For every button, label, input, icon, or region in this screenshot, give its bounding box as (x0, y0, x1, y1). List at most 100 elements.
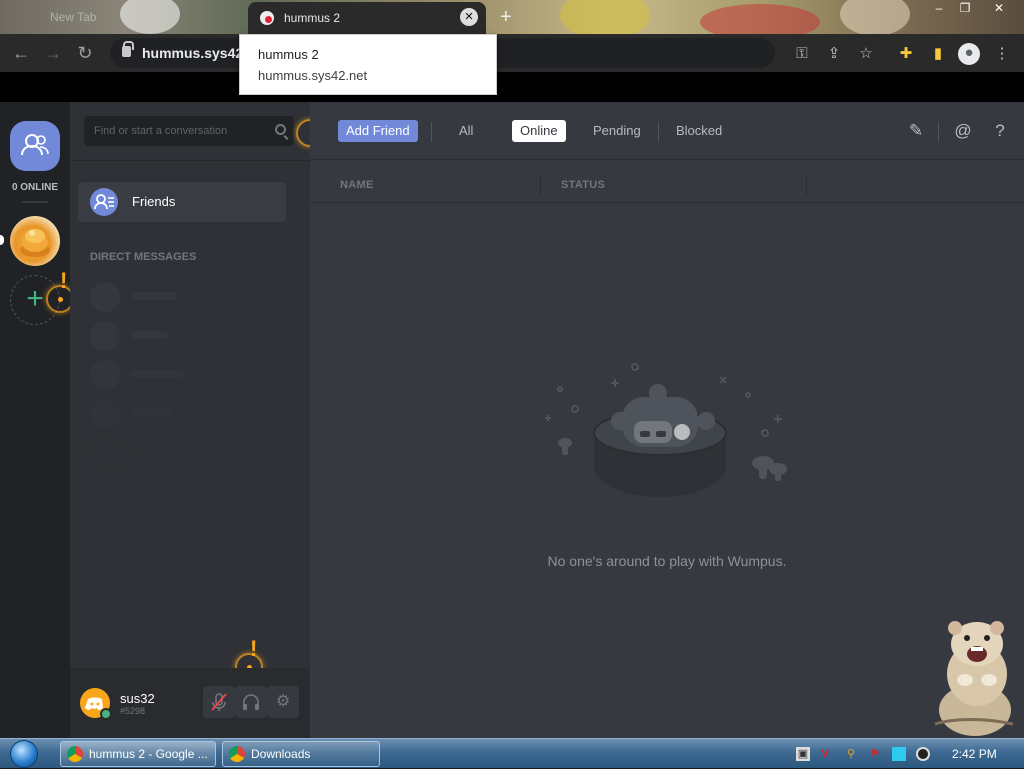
hamster-sticker-image (934, 621, 1014, 736)
dm-placeholder-row (90, 360, 260, 390)
dm-placeholder-row (90, 399, 260, 429)
profile-icon[interactable]: ● (958, 43, 980, 65)
tab-active-title: hummus 2 (284, 11, 341, 25)
online-status-indicator (100, 708, 112, 720)
maximize-button[interactable]: ❐ (952, 0, 978, 18)
tray-search-icon[interactable]: ⚲ (844, 747, 858, 761)
page-top-band (0, 72, 1024, 102)
tab-active[interactable]: hummus 2 × (248, 2, 486, 34)
wallpaper-splat (560, 0, 650, 34)
tray-antivirus-icon[interactable]: V (818, 747, 832, 761)
search-input[interactable]: Find or start a conversation (84, 116, 294, 146)
tab-pending[interactable]: Pending (585, 120, 649, 142)
wallpaper-splat (840, 0, 910, 34)
hummus-server-icon (20, 229, 50, 257)
headset-icon (243, 694, 259, 710)
mention-icon[interactable]: @ (952, 120, 974, 142)
column-header-status[interactable]: STATUS (561, 179, 605, 191)
minimize-button[interactable]: – (926, 0, 952, 18)
direct-messages-header: DIRECT MESSAGES (90, 251, 197, 263)
dm-placeholder-row (90, 321, 260, 351)
online-count: 0 ONLINE (11, 182, 59, 193)
windows-logo-icon (10, 740, 38, 768)
friends-icon (90, 188, 118, 216)
guild-separator (22, 201, 48, 203)
tab-online[interactable]: Online (512, 120, 566, 142)
friends-home-icon (21, 134, 49, 156)
deafen-button[interactable] (235, 686, 267, 718)
column-header-divider (310, 202, 1024, 203)
tab-all[interactable]: All (451, 120, 481, 142)
tray-display-icon[interactable] (892, 747, 906, 761)
add-friend-button[interactable]: Add Friend (338, 120, 418, 142)
topbar-divider (658, 122, 659, 142)
settings-icon: ⚙ (275, 693, 291, 710)
forward-arrow-icon[interactable]: → (42, 42, 64, 64)
tooltip-title: hummus 2 (258, 47, 319, 62)
avatar[interactable] (80, 688, 112, 720)
tab-inactive-title: New Tab (50, 10, 97, 24)
tooltip-url: hummus.sys42.net (258, 68, 368, 83)
taskbar-button-downloads[interactable]: Downloads (222, 741, 380, 767)
reload-icon[interactable]: ↻ (74, 42, 96, 64)
beacon-dot (58, 297, 63, 302)
close-window-button[interactable]: ✕ (986, 0, 1012, 18)
taskbar-button-label: Downloads (251, 747, 311, 761)
mute-button[interactable] (203, 686, 235, 718)
mute-icon (211, 693, 227, 711)
key-icon[interactable]: ⚿ (792, 44, 812, 64)
server-sidebar: 0 ONLINE + ! (0, 102, 74, 738)
header-divider (70, 160, 310, 161)
friends-main-panel: Add Friend All Online Pending Blocked ✎ … (310, 102, 1024, 738)
tab-inactive[interactable]: New Tab (14, 4, 244, 32)
lock-icon[interactable] (122, 41, 134, 57)
beacon-alert-icon: ! (60, 268, 68, 293)
home-button[interactable] (10, 121, 60, 171)
taskbar-clock[interactable]: 2:42 PM (952, 747, 997, 761)
tray-app-icon[interactable]: ▣ (796, 747, 810, 761)
menu-icon[interactable]: ⋮ (992, 44, 1012, 64)
star-icon[interactable]: ☆ (856, 44, 876, 64)
new-tab-button[interactable]: + (500, 6, 512, 29)
search-icon (275, 124, 286, 135)
back-arrow-icon[interactable]: ← (10, 42, 32, 64)
browser-tab-strip: New Tab hummus 2 × + – ❐ ✕ (0, 0, 1024, 34)
taskbar: hummus 2 - Google ... Downloads ▣ V ⚲ ⚑ … (0, 738, 1024, 768)
sidebar-icon[interactable]: ▮ (928, 44, 948, 64)
new-group-dm-icon[interactable]: ✎ (905, 120, 927, 142)
tab-blocked[interactable]: Blocked (668, 120, 730, 142)
tab-hover-tooltip: hummus 2 hummus.sys42.net (239, 34, 497, 95)
friends-topbar: Add Friend All Online Pending Blocked ✎ … (310, 102, 1024, 160)
user-settings-button[interactable]: ⚙ (267, 686, 299, 718)
start-button[interactable] (6, 739, 46, 769)
user-panel: sus32 #5298 ⚙ (70, 668, 310, 738)
username: sus32 (120, 691, 155, 706)
help-icon[interactable]: ? (989, 120, 1011, 142)
column-divider (540, 175, 541, 195)
server-icon[interactable] (10, 216, 60, 266)
taskbar-button-chrome[interactable]: hummus 2 - Google ... (60, 741, 216, 767)
chrome-icon (229, 746, 245, 762)
dm-placeholder-row (90, 438, 260, 468)
empty-state-message: No one's around to play with Wumpus. (547, 553, 787, 569)
tray-flag-icon[interactable]: ⚑ (868, 747, 882, 761)
taskbar-button-label: hummus 2 - Google ... (89, 747, 208, 761)
user-tag: #5298 (120, 706, 146, 716)
column-divider (806, 175, 807, 195)
extensions-icon[interactable]: ✚ (896, 44, 916, 64)
wallpaper-splat (700, 4, 820, 34)
beacon-alert-icon: ! (250, 636, 258, 661)
tab-close-icon[interactable]: × (460, 8, 478, 26)
sidebar-item-friends[interactable]: Friends (78, 182, 286, 222)
tray-media-icon[interactable] (916, 747, 930, 761)
share-icon[interactable]: ⇪ (824, 44, 844, 64)
column-header-name[interactable]: NAME (340, 179, 374, 191)
browser-toolbar: ← → ↻ hummus.sys42.n ⚿ ⇪ ☆ ✚ ▮ ● ⋮ (0, 34, 1024, 72)
topbar-divider (938, 122, 939, 142)
unread-pill (0, 235, 4, 245)
topbar-divider (431, 122, 432, 142)
wumpus-illustration (545, 363, 787, 497)
discord-favicon-icon (260, 11, 274, 25)
channel-sidebar: Find or start a conversation Friends DIR… (70, 102, 324, 738)
chrome-icon (67, 746, 83, 762)
